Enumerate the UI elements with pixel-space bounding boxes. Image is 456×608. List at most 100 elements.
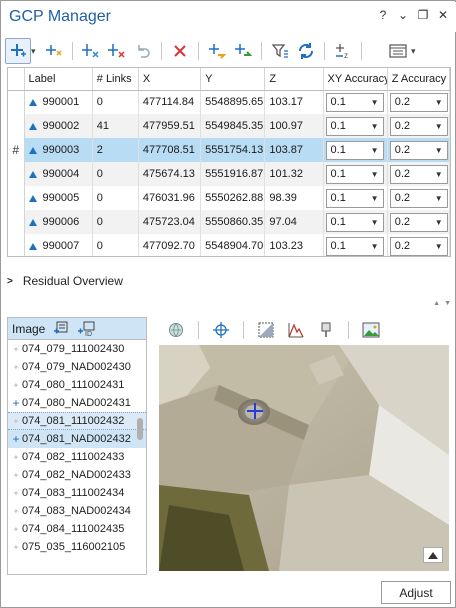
column-header-label[interactable]: Label	[24, 68, 93, 91]
export-gcp-button[interactable]	[230, 38, 256, 64]
label-cell[interactable]: 990006	[24, 210, 93, 234]
z-cell[interactable]: 103.87	[264, 138, 324, 162]
add-gcp-dropdown-icon[interactable]: ▾	[31, 46, 41, 57]
center-on-point-button[interactable]	[208, 317, 234, 343]
select-gcp-button[interactable]	[78, 38, 104, 64]
z-cell[interactable]: 101.32	[264, 162, 324, 186]
row-selector-cell[interactable]	[8, 234, 25, 256]
image-list-item[interactable]: ✦ 074_080_111002431	[8, 376, 146, 394]
image-list-item[interactable]: ✦ 074_079_111002430	[8, 340, 146, 358]
column-header-z[interactable]: Z	[264, 68, 324, 91]
image-list-item[interactable]: ✦ 074_081_111002432	[8, 412, 146, 430]
y-cell[interactable]: 5548895.65	[200, 90, 266, 114]
image-list-item[interactable]: ✦ 074_083_111002434	[8, 484, 146, 502]
z-cell[interactable]: 103.23	[264, 234, 324, 256]
xy-accuracy-select[interactable]: 0.1 ▼	[325, 188, 384, 208]
table-row[interactable]: 990004 0 475674.13 5551916.87 101.32 0.1 ▼ 0.2 ▼	[8, 162, 450, 186]
image-list-item[interactable]: ✦ 074_079_NAD002430	[8, 358, 146, 376]
row-selector-cell[interactable]	[8, 210, 25, 234]
z-cell[interactable]: 100.97	[264, 114, 324, 138]
row-selector-cell[interactable]	[8, 162, 25, 186]
xy-accuracy-select[interactable]: 0.1 ▼	[325, 140, 384, 160]
z-accuracy-select[interactable]: 0.2 ▼	[389, 92, 448, 112]
pin-button[interactable]	[313, 317, 339, 343]
z-accuracy-select[interactable]: 0.2 ▼	[389, 164, 448, 184]
y-cell[interactable]: 5548904.70	[200, 234, 266, 256]
x-cell[interactable]: 475674.13	[138, 162, 202, 186]
column-header-links[interactable]: # Links	[92, 68, 139, 91]
links-cell[interactable]: 0	[92, 234, 139, 256]
add-gcp-button[interactable]	[5, 38, 31, 64]
z-cell[interactable]: 98.39	[264, 186, 324, 210]
table-options-dropdown-icon[interactable]: ▾	[411, 46, 421, 57]
image-list-item[interactable]: +074_081_NAD002432	[8, 430, 146, 448]
image-column-header[interactable]: Image	[12, 322, 45, 336]
row-selector-cell[interactable]: #	[8, 138, 25, 162]
y-cell[interactable]: 5549845.35	[200, 114, 266, 138]
xy-accuracy-select[interactable]: 0.1 ▼	[325, 236, 384, 256]
image-list-item[interactable]: ✦ 075_035_116002105	[8, 538, 146, 556]
table-row[interactable]: 990006 0 475723.04 5550860.35 97.04 0.1 ▼ 0.2 ▼	[8, 210, 450, 234]
image-list-item[interactable]: ✦ 074_084_111002435	[8, 520, 146, 538]
image-list-item[interactable]: +074_080_NAD002431	[8, 394, 146, 412]
x-cell[interactable]: 476031.96	[138, 186, 202, 210]
x-cell[interactable]: 477092.70	[138, 234, 202, 256]
row-selector-cell[interactable]	[8, 114, 25, 138]
x-cell[interactable]: 477114.84	[138, 90, 202, 114]
help-button[interactable]: ?	[376, 8, 390, 22]
add-by-id-icon[interactable]: ID	[77, 321, 95, 337]
xy-accuracy-select[interactable]: 0.1 ▼	[325, 116, 384, 136]
import-gcp-button[interactable]	[204, 38, 230, 64]
table-row[interactable]: #990003 2 477708.51 5551754.13 103.87 0.1 ▼ 0.2…	[8, 138, 450, 162]
histogram-stretch-button[interactable]	[283, 317, 309, 343]
collapse-overview-button[interactable]	[423, 547, 443, 563]
z-accuracy-select[interactable]: 0.2 ▼	[389, 212, 448, 232]
label-cell[interactable]: 990005	[24, 186, 93, 210]
z-accuracy-select[interactable]: 0.2 ▼	[389, 188, 448, 208]
image-list-scroll-thumb[interactable]	[137, 418, 143, 440]
table-row[interactable]: 990002 41 477959.51 5549845.35 100.97 0.1 ▼ 0.2…	[8, 114, 450, 138]
delete-gcp-button[interactable]	[167, 38, 193, 64]
table-row[interactable]: 990005 0 476031.96 5550262.88 98.39 0.1 ▼ 0.2 ▼	[8, 186, 450, 210]
column-header-z-accuracy[interactable]: Z Accuracy	[387, 68, 450, 91]
column-header-y[interactable]: Y	[200, 68, 266, 91]
z-accuracy-select[interactable]: 0.2 ▼	[389, 116, 448, 136]
close-button[interactable]: ✕	[436, 8, 450, 22]
links-cell[interactable]: 0	[92, 90, 139, 114]
z-accuracy-select[interactable]: 0.2 ▼	[389, 236, 448, 256]
adjust-button[interactable]: Adjust	[381, 581, 451, 604]
label-cell[interactable]: 990007	[24, 234, 93, 256]
label-cell[interactable]: 990001	[24, 90, 93, 114]
z-cell[interactable]: 103.17	[264, 90, 324, 114]
panel-splitter[interactable]: ▲ ▼	[7, 299, 451, 307]
full-extent-button[interactable]	[163, 317, 189, 343]
undo-button[interactable]	[130, 38, 156, 64]
xy-accuracy-select[interactable]: 0.1 ▼	[325, 164, 384, 184]
z-accuracy-select[interactable]: 0.2 ▼	[389, 140, 448, 160]
x-cell[interactable]: 477708.51	[138, 138, 202, 162]
delete-link-button[interactable]	[104, 38, 130, 64]
table-options-button[interactable]	[385, 38, 411, 64]
column-header-xy-accuracy[interactable]: XY Accuracy	[323, 68, 388, 91]
y-cell[interactable]: 5550860.35	[200, 210, 266, 234]
scroll-down-icon[interactable]: ▼	[444, 300, 451, 307]
row-selector-cell[interactable]	[8, 90, 25, 114]
xy-accuracy-select[interactable]: 0.1 ▼	[325, 92, 384, 112]
image-contrast-button[interactable]	[253, 317, 279, 343]
links-cell[interactable]: 2	[92, 138, 139, 162]
filter-images-icon[interactable]	[53, 321, 69, 337]
row-selector-cell[interactable]	[8, 186, 25, 210]
xy-accuracy-select[interactable]: 0.1 ▼	[325, 212, 384, 232]
table-row[interactable]: 990007 0 477092.70 5548904.70 103.23 0.1 ▼ 0.2 ▼	[8, 234, 450, 256]
label-cell[interactable]: 990002	[24, 114, 93, 138]
label-cell[interactable]: 990003	[24, 138, 93, 162]
image-properties-button[interactable]	[358, 317, 384, 343]
links-cell[interactable]: 0	[92, 162, 139, 186]
sort-z-button[interactable]: z	[330, 38, 356, 64]
table-row[interactable]: 990001 0 477114.84 5548895.65 103.17 0.1 ▼ 0.2 ▼	[8, 90, 450, 114]
scroll-up-icon[interactable]: ▲	[433, 300, 440, 307]
y-cell[interactable]: 5550262.88	[200, 186, 266, 210]
y-cell[interactable]: 5551754.13	[200, 138, 266, 162]
image-list-item[interactable]: ✦ 074_083_NAD002434	[8, 502, 146, 520]
options-chevron-button[interactable]: ⌄	[396, 8, 410, 22]
